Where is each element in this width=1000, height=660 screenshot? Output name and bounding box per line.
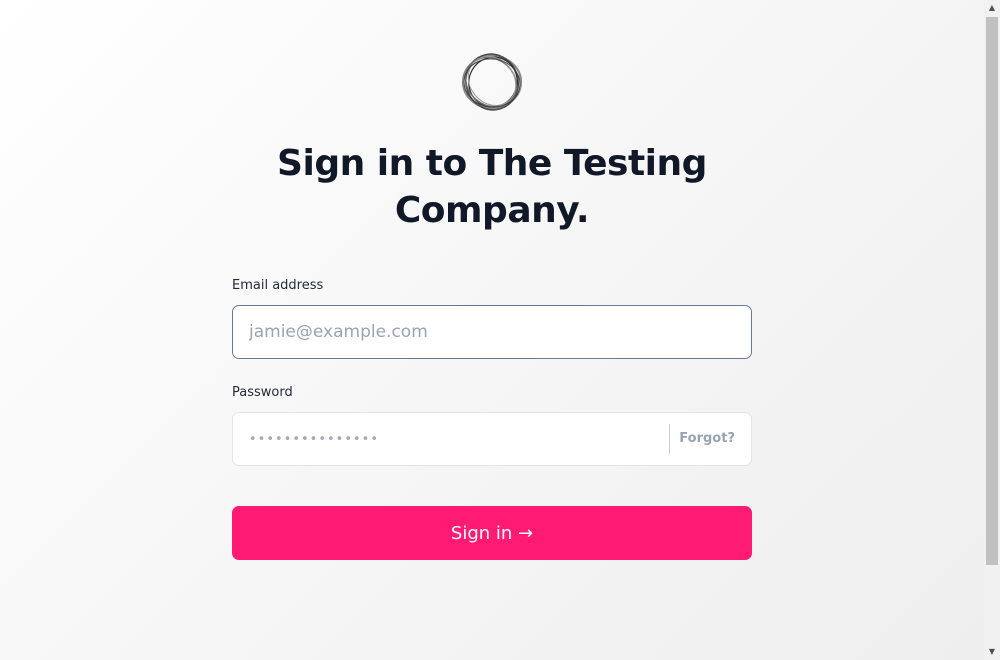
password-field-container: Forgot? <box>232 412 752 466</box>
email-field-container <box>232 305 752 359</box>
scrollbar-thumb[interactable] <box>986 17 998 565</box>
sign-in-button[interactable]: Sign in → <box>232 506 752 560</box>
scroll-down-arrow-icon[interactable]: ▼ <box>984 644 1000 660</box>
scroll-up-arrow-icon[interactable]: ▲ <box>984 0 1000 16</box>
vertical-scrollbar[interactable]: ▲ ▼ <box>984 0 1000 660</box>
ring-logo-icon <box>458 51 526 113</box>
email-input[interactable] <box>233 306 751 358</box>
email-label: Email address <box>232 278 324 293</box>
sign-in-page: Sign in to The Testing Company. Email ad… <box>0 0 984 660</box>
password-input[interactable] <box>233 413 669 465</box>
password-divider <box>669 424 670 454</box>
password-label: Password <box>232 385 293 400</box>
page-title: Sign in to The Testing Company. <box>277 143 707 231</box>
forgot-password-link[interactable]: Forgot? <box>679 413 735 465</box>
